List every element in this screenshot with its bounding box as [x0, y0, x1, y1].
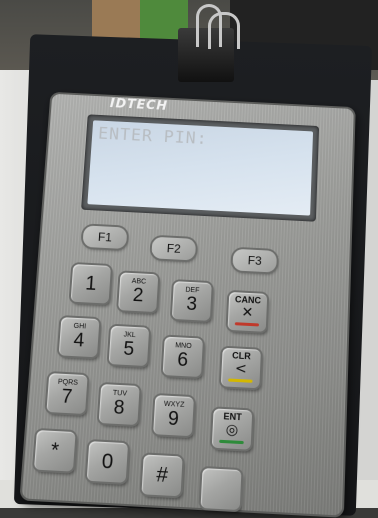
f1-key-label: F1 [97, 230, 113, 245]
key-1[interactable]: 1 [70, 264, 111, 304]
key-2-label: 2 [132, 284, 144, 307]
key-6-label: 6 [176, 349, 189, 372]
brand-logo: IDTECH [109, 96, 169, 114]
key-5[interactable]: JKL 5 [108, 325, 150, 367]
f3-key[interactable]: F3 [232, 248, 278, 273]
f3-key-label: F3 [247, 253, 262, 268]
enter-key[interactable]: ENT ◎ [211, 408, 253, 450]
key-hash-label: # [155, 463, 169, 488]
key-star[interactable]: * [34, 430, 76, 472]
key-3[interactable]: DEF 3 [171, 281, 212, 321]
key-8[interactable]: TUV 8 [98, 384, 140, 426]
clear-color-bar [228, 378, 253, 383]
key-star-label: * [50, 439, 60, 463]
key-5-label: 5 [122, 338, 135, 361]
key-8-label: 8 [112, 397, 126, 420]
key-9-label: 9 [167, 408, 180, 431]
cancel-color-bar [234, 322, 260, 327]
display-screen: ENTER PIN: [87, 120, 314, 216]
key-9[interactable]: WXYZ 9 [153, 395, 194, 437]
x-icon: ✕ [241, 304, 254, 322]
clear-key[interactable]: CLR < [220, 347, 261, 389]
key-4-label: 4 [72, 329, 85, 352]
key-7-label: 7 [60, 386, 73, 409]
key-hash[interactable]: # [141, 454, 183, 497]
f2-key-label: F2 [166, 241, 182, 256]
key-0[interactable]: 0 [86, 441, 129, 483]
enter-color-bar [219, 439, 244, 445]
key-7[interactable]: PQRS 7 [46, 373, 88, 414]
key-3-label: 3 [185, 293, 198, 316]
f2-key[interactable]: F2 [151, 236, 197, 261]
key-6[interactable]: MNO 6 [162, 336, 203, 378]
key-4[interactable]: GHI 4 [58, 317, 100, 358]
display-bezel: ENTER PIN: [81, 114, 320, 222]
cancel-key[interactable]: CANC ✕ [227, 291, 268, 332]
key-1-label: 1 [84, 272, 98, 295]
pin-pad-device: IDTECH ENTER PIN: F1 F2 F3 1 ABC 2 DEF 3… [19, 91, 356, 518]
key-0-label: 0 [100, 450, 114, 474]
binder-clip-wire-right [208, 12, 240, 49]
circle-icon: ◎ [225, 421, 239, 439]
back-arrow-icon: < [234, 360, 248, 378]
display-prompt: ENTER PIN: [97, 124, 209, 149]
f1-key[interactable]: F1 [82, 225, 128, 250]
key-2[interactable]: ABC 2 [118, 272, 159, 313]
blank-key[interactable] [200, 468, 242, 511]
